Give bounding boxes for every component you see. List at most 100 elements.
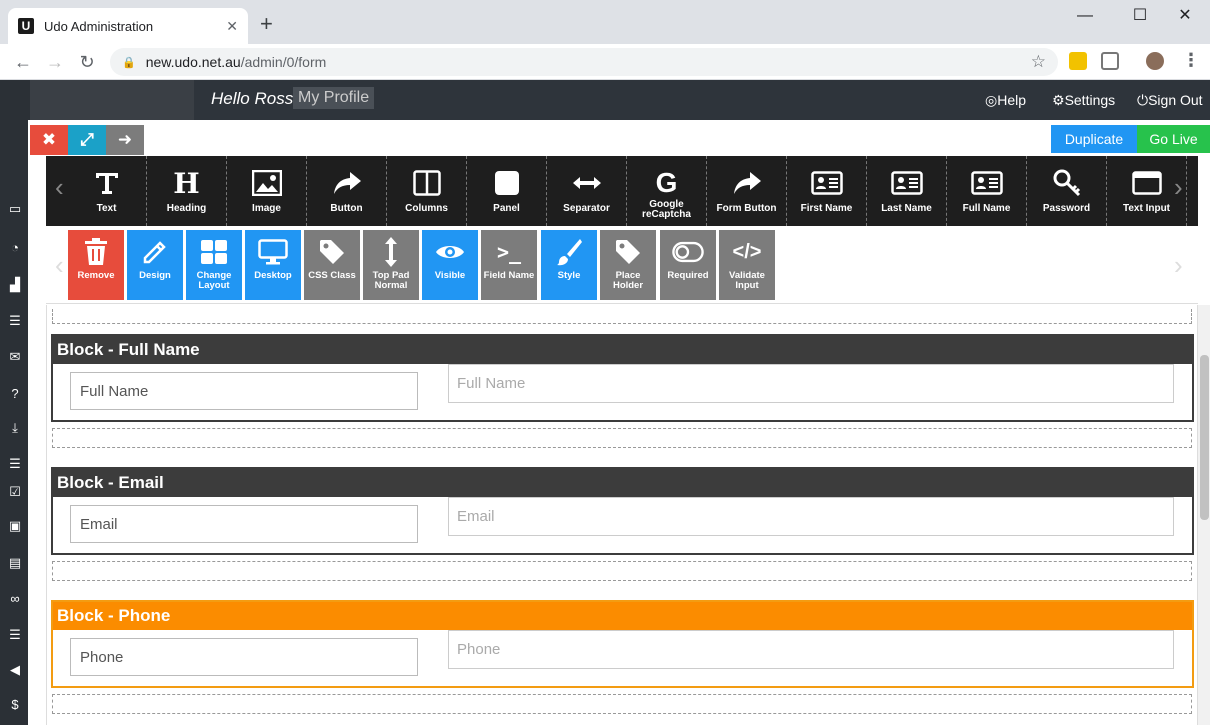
validate-input-button[interactable]: </> Validate Input [719,230,775,300]
dollar-icon[interactable]: $ [6,697,24,712]
tool-panel[interactable]: Panel [467,156,547,226]
field-label[interactable]: Full Name [70,372,418,410]
question-icon[interactable]: ? [6,386,24,401]
newspaper-icon[interactable]: ▤ [6,555,24,571]
field-name-button[interactable]: >_ Field Name [481,230,537,300]
dashboard-icon[interactable]: ◔ [6,240,24,255]
close-editor-button[interactable]: ✖ [30,125,68,155]
full-name-input[interactable]: Full Name [448,364,1174,403]
browser-tab[interactable]: U Udo Administration ✕ [8,8,248,44]
props-scroll-left-icon[interactable]: ‹ [55,250,64,281]
extension-icon[interactable] [1069,52,1087,70]
minimize-button[interactable]: — [1062,4,1108,28]
expand-icon: ⤢ [80,130,94,149]
css-class-button[interactable]: CSS Class [304,230,360,300]
change-layout-button[interactable]: Change Layout [186,230,242,300]
reload-icon[interactable]: ↻ [75,50,99,74]
visible-button[interactable]: Visible [422,230,478,300]
tool-heading[interactable]: H Heading [147,156,227,226]
block-phone[interactable]: Block - Phone Phone Phone [51,600,1194,688]
field-label[interactable]: Phone [70,638,418,676]
tool-image[interactable]: Image [227,156,307,226]
envelope-icon[interactable]: ✉ [6,349,24,365]
tool-recaptcha[interactable]: G Google reCaptcha [627,156,707,226]
tab-close-icon[interactable]: ✕ [226,18,238,35]
duplicate-button[interactable]: Duplicate [1051,125,1137,153]
required-button[interactable]: Required [660,230,716,300]
link-icon[interactable]: ∞ [6,591,24,606]
lock-icon: 🔒 [122,56,136,69]
list-icon[interactable]: ☰ [6,627,24,643]
my-profile-link[interactable]: My Profile [293,87,375,109]
expand-editor-button[interactable]: ⤢ [68,125,106,155]
profile-avatar-icon[interactable] [1146,52,1164,70]
top-pad-button[interactable]: Top Pad Normal [363,230,419,300]
checkbox-icon[interactable]: ☑ [6,484,24,500]
remove-button[interactable]: Remove [68,230,124,300]
drop-zone[interactable] [52,309,1192,324]
maximize-button[interactable]: ☐ [1117,4,1163,28]
desktop-button[interactable]: Desktop [245,230,301,300]
phone-input[interactable]: Phone [448,630,1174,669]
address-bar[interactable]: 🔒 new.udo.net.au/admin/0/form ☆ [110,48,1058,76]
block-full-name[interactable]: Block - Full Name Full Name Full Name [51,334,1194,422]
tool-button[interactable]: Button [307,156,387,226]
list-icon[interactable]: ☰ [6,313,24,329]
tool-form-button[interactable]: Form Button [707,156,787,226]
style-button[interactable]: Style [541,230,597,300]
tool-last-name[interactable]: Last Name [867,156,947,226]
sign-out-link[interactable]: ⏻Sign Out [1137,92,1203,109]
forward-arrow-icon[interactable]: → [43,50,67,74]
tag-icon [316,236,348,268]
cart-icon[interactable]: ▟ [6,277,24,293]
grid-icon [198,236,230,268]
next-button[interactable]: ➜ [106,125,144,155]
field-label[interactable]: Email [70,505,418,543]
email-input[interactable]: Email [448,497,1174,536]
image-icon [250,166,284,200]
tool-full-name[interactable]: Full Name [947,156,1027,226]
drop-zone[interactable] [52,561,1192,581]
power-icon: ⏻ [1137,92,1149,108]
app-logo [26,80,194,120]
key-icon [1050,166,1084,200]
bookmark-star-icon[interactable]: ☆ [1031,52,1046,72]
tool-separator[interactable]: Separator [547,156,627,226]
close-window-button[interactable]: ✕ [1162,4,1208,28]
block-email[interactable]: Block - Email Email Email [51,467,1194,555]
browser-toolbar: ← → ↻ 🔒 new.udo.net.au/admin/0/form ☆ [0,44,1210,80]
tool-text[interactable]: Text [67,156,147,226]
toggle-icon [672,236,704,268]
folder-icon[interactable]: ▭ [6,201,24,217]
image-icon[interactable]: ▣ [6,518,24,534]
udo-favicon-icon: U [18,18,34,34]
drop-zone[interactable] [52,428,1192,448]
download-icon[interactable]: ⤓ [6,420,24,436]
new-tab-button[interactable]: + [260,13,273,35]
toolbar-scroll-right-icon[interactable]: › [1174,172,1183,203]
help-link[interactable]: ◎Help [985,92,1026,109]
scrollbar-thumb[interactable] [1200,355,1209,520]
drop-zone[interactable] [52,694,1192,714]
tool-password[interactable]: Password [1027,156,1107,226]
design-button[interactable]: Design [127,230,183,300]
placeholder-button[interactable]: Place Holder [600,230,656,300]
megaphone-icon[interactable]: ◀ [6,662,24,678]
go-live-button[interactable]: Go Live [1137,125,1210,153]
browser-menu-icon[interactable]: ⋮ [1182,50,1200,71]
props-scroll-right-icon[interactable]: › [1174,250,1183,281]
list-icon[interactable]: ☰ [6,456,24,472]
id-card-icon [810,166,844,200]
block-title: Block - Email [53,469,1192,497]
toolbar-scroll-left-icon[interactable]: ‹ [55,172,64,203]
tool-first-name[interactable]: First Name [787,156,867,226]
browser-tab-bar: U Udo Administration ✕ + — ☐ ✕ [0,0,1210,44]
back-arrow-icon[interactable]: ← [11,50,35,74]
google-icon: G [655,167,678,198]
tool-columns[interactable]: Columns [387,156,467,226]
gear-icon: ⚙ [1052,92,1065,108]
settings-link[interactable]: ⚙Settings [1052,92,1115,109]
panel-icon [490,166,524,200]
lifebuoy-icon: ◎ [985,92,998,108]
camera-icon[interactable] [1101,52,1119,70]
